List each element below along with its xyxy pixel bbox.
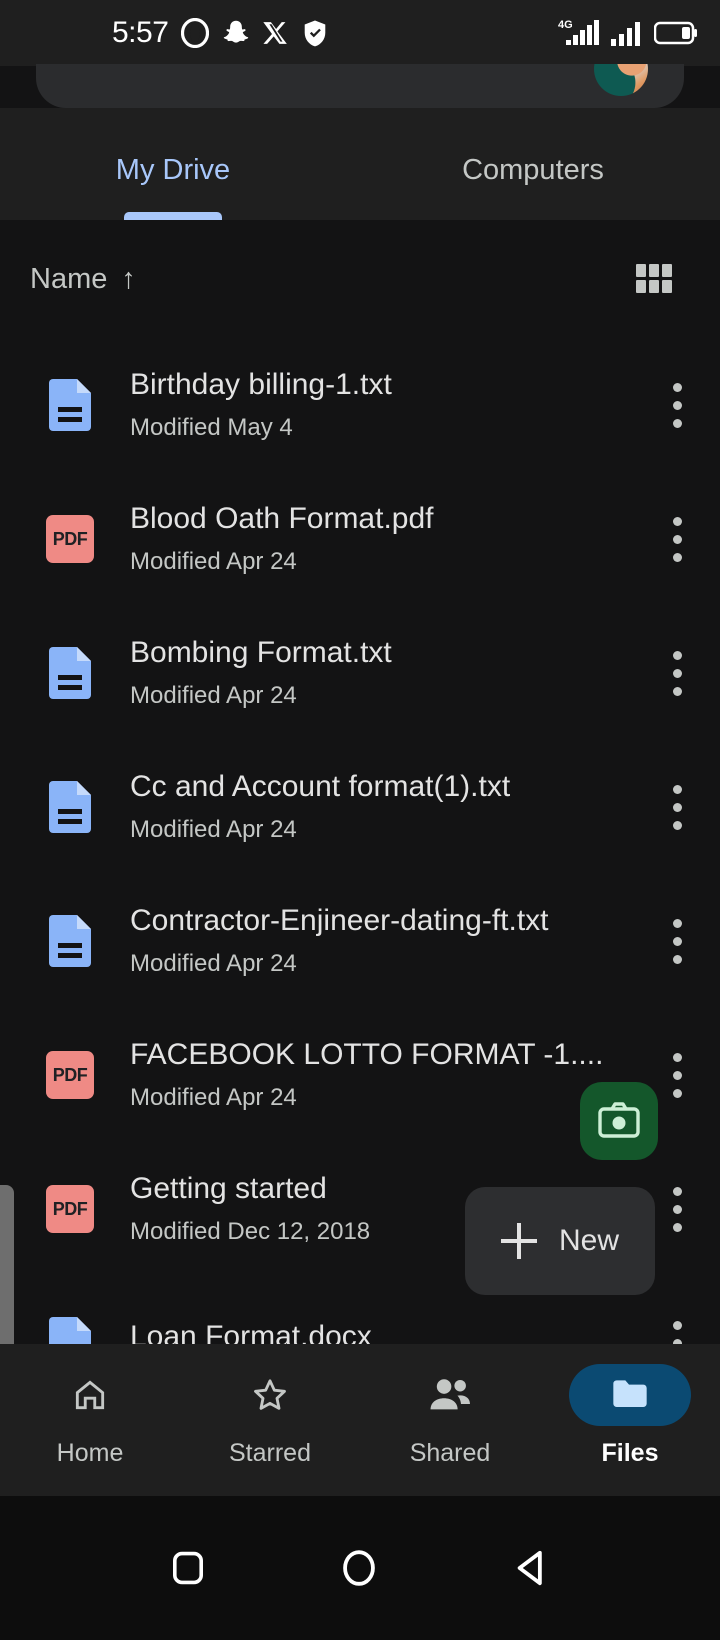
x-icon xyxy=(263,22,288,44)
battery-icon xyxy=(654,21,697,45)
nav-label-home: Home xyxy=(56,1439,124,1467)
file-info: Blood Oath Format.pdf Modified Apr 24 xyxy=(130,502,634,577)
sort-arrow-up-icon: ↑ xyxy=(121,262,136,295)
doc-icon xyxy=(44,1317,96,1344)
file-info: Bombing Format.txt Modified Apr 24 xyxy=(130,636,634,711)
table-row[interactable]: PDF Blood Oath Format.pdf Modified Apr 2… xyxy=(0,472,720,606)
nav-item-starred[interactable]: Starred xyxy=(180,1344,360,1496)
file-info: Loan Format.docx xyxy=(130,1320,634,1344)
doc-icon xyxy=(44,647,96,699)
sort-label: Name xyxy=(30,262,108,295)
pdf-icon: PDF xyxy=(44,1185,96,1233)
file-name: Blood Oath Format.pdf xyxy=(130,501,434,535)
signal-bars-icon-2 xyxy=(611,22,640,46)
people-icon xyxy=(430,1379,470,1410)
nav-pill-starred xyxy=(209,1364,331,1426)
nav-item-home[interactable]: Home xyxy=(0,1344,180,1496)
file-modified: Modified Apr 24 xyxy=(130,548,297,576)
tab-computers[interactable]: Computers xyxy=(346,108,720,220)
shield-icon xyxy=(305,20,326,46)
new-fab-button[interactable]: New xyxy=(465,1187,655,1295)
doc-icon xyxy=(44,781,96,833)
folder-icon xyxy=(613,1380,647,1407)
grid-view-icon[interactable] xyxy=(636,264,672,294)
file-info: Contractor-Enjineer-dating-ft.txt Modifi… xyxy=(130,904,634,979)
file-info: FACEBOOK LOTTO FORMAT -1.... Modified Ap… xyxy=(130,1038,634,1113)
system-navigation-bar xyxy=(0,1496,720,1640)
camera-fab-button[interactable] xyxy=(580,1082,658,1160)
pdf-icon: PDF xyxy=(44,515,96,563)
status-bar: 5:57 4G xyxy=(0,0,720,66)
table-row[interactable]: Birthday billing-1.txt Modified May 4 xyxy=(0,338,720,472)
pdf-badge: PDF xyxy=(46,1051,94,1099)
nav-pill-home xyxy=(29,1364,151,1426)
more-options-icon[interactable] xyxy=(634,1320,720,1344)
drive-app-screen: 5:57 4G My Drive Computers Name ↑ Birthd… xyxy=(0,0,720,1640)
status-time: 5:57 xyxy=(112,16,169,49)
more-options-icon[interactable] xyxy=(634,918,720,964)
table-row[interactable]: Cc and Account format(1).txt Modified Ap… xyxy=(0,740,720,874)
tab-bar: My Drive Computers xyxy=(0,108,720,220)
recents-square-icon[interactable] xyxy=(170,1550,206,1586)
file-modified: Modified Apr 24 xyxy=(130,1084,297,1112)
file-modified: Modified Apr 24 xyxy=(130,682,297,710)
table-row[interactable]: Bombing Format.txt Modified Apr 24 xyxy=(0,606,720,740)
tab-computers-label: Computers xyxy=(462,154,604,186)
back-triangle-icon[interactable] xyxy=(512,1549,550,1587)
more-options-icon[interactable] xyxy=(634,382,720,428)
tab-active-indicator xyxy=(124,212,222,220)
file-name: FACEBOOK LOTTO FORMAT -1.... xyxy=(130,1037,604,1071)
more-options-icon[interactable] xyxy=(634,516,720,562)
search-bar[interactable] xyxy=(36,64,684,108)
file-name: Cc and Account format(1).txt xyxy=(130,769,511,803)
doc-icon xyxy=(44,379,96,431)
nav-label-starred: Starred xyxy=(229,1439,311,1467)
file-list-area: Name ↑ Birthday billing-1.txt Modified M… xyxy=(0,220,720,1344)
pdf-badge: PDF xyxy=(46,1185,94,1233)
file-name: Loan Format.docx xyxy=(130,1319,372,1344)
camera-icon xyxy=(598,1102,640,1138)
signal-bars-icon: 4G xyxy=(558,19,599,45)
status-bar-left: 5:57 xyxy=(112,16,328,50)
snapchat-icon xyxy=(224,20,249,43)
plus-icon xyxy=(500,1223,537,1259)
nav-item-files[interactable]: Files xyxy=(540,1344,720,1496)
sort-row: Name ↑ xyxy=(0,220,720,338)
svg-text:4G: 4G xyxy=(558,19,573,31)
nav-label-shared: Shared xyxy=(409,1439,491,1467)
avatar[interactable] xyxy=(594,64,648,96)
opera-icon xyxy=(181,18,210,48)
table-row[interactable]: Contractor-Enjineer-dating-ft.txt Modifi… xyxy=(0,874,720,1008)
tab-my-drive[interactable]: My Drive xyxy=(0,108,346,220)
nav-pill-shared xyxy=(389,1364,511,1426)
scrollbar-thumb[interactable] xyxy=(0,1185,14,1344)
status-bar-right: 4G xyxy=(558,0,698,66)
home-icon xyxy=(75,1380,105,1410)
more-options-icon[interactable] xyxy=(634,784,720,830)
file-modified: Modified May 4 xyxy=(130,414,293,442)
tab-my-drive-label: My Drive xyxy=(115,154,231,186)
pdf-icon: PDF xyxy=(44,1051,96,1099)
nav-pill-files xyxy=(569,1364,691,1426)
file-name: Contractor-Enjineer-dating-ft.txt xyxy=(130,903,549,937)
nav-label-files: Files xyxy=(601,1439,659,1467)
home-circle-icon[interactable] xyxy=(340,1549,378,1587)
file-info: Cc and Account format(1).txt Modified Ap… xyxy=(130,770,634,845)
file-modified: Modified Apr 24 xyxy=(130,816,297,844)
doc-icon xyxy=(44,915,96,967)
bottom-navigation: Home Starred Shared Files xyxy=(0,1344,720,1496)
file-name: Bombing Format.txt xyxy=(130,635,392,669)
more-options-icon[interactable] xyxy=(634,650,720,696)
file-modified: Modified Apr 24 xyxy=(130,950,297,978)
star-icon xyxy=(254,1379,286,1410)
file-info: Birthday billing-1.txt Modified May 4 xyxy=(130,368,634,443)
file-name: Birthday billing-1.txt xyxy=(130,367,392,401)
pdf-badge: PDF xyxy=(46,515,94,563)
new-fab-label: New xyxy=(558,1224,619,1257)
nav-item-shared[interactable]: Shared xyxy=(360,1344,540,1496)
sort-button[interactable]: Name ↑ xyxy=(30,263,136,296)
